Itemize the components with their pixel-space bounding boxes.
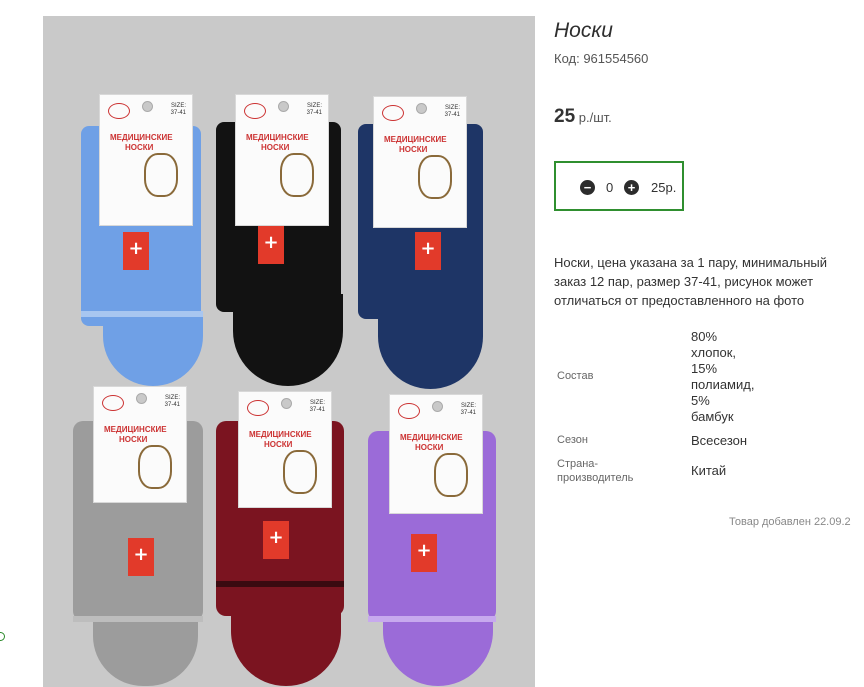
quantity-subtotal: 25р. (651, 180, 677, 195)
added-date: Товар добавлен 22.09.2 (729, 516, 851, 528)
product-price: 25 р./шт. (554, 106, 612, 128)
brand-logo (398, 403, 420, 419)
medical-label (411, 534, 437, 572)
brand-logo (108, 103, 130, 119)
brand-logo (382, 105, 404, 121)
product-code: Код: 961554560 (554, 51, 649, 66)
season-value: Всесезон (691, 433, 748, 448)
medical-label (263, 521, 289, 559)
medical-label (258, 226, 284, 264)
product-tag: SIZE: 37-41 МЕДИЦИНСКИЕ НОСКИ (93, 386, 187, 503)
price-value: 25 (554, 106, 576, 127)
brand-logo (247, 400, 269, 416)
plus-circle-icon[interactable]: + (624, 180, 639, 195)
quantity-value[interactable]: 0 (606, 180, 613, 195)
composition-label: Состав (557, 370, 594, 382)
brand-logo (244, 103, 266, 119)
brand-logo (102, 395, 124, 411)
country-label: Страна- производитель (557, 458, 634, 484)
product-tag: SIZE: 37-41 МЕДИЦИНСКИЕ НОСКИ (235, 94, 329, 226)
price-unit: р./шт. (578, 110, 612, 125)
product-tag: SIZE: 37-41 МЕДИЦИНСКИЕ НОСКИ (373, 96, 467, 228)
edge-circle-icon (0, 632, 5, 641)
product-tag: SIZE: 37-41 МЕДИЦИНСКИЕ НОСКИ (238, 391, 332, 508)
medical-label (128, 538, 154, 576)
medical-label (415, 232, 441, 270)
product-title: Носки (554, 19, 613, 42)
product-description: Носки, цена указана за 1 пару, минимальн… (554, 255, 827, 308)
product-photo[interactable]: SIZE:37-41 МЕДИЦИНСКИЕНОСКИ SIZE:37-41 М… (43, 16, 535, 687)
product-tag: SIZE: 37-41 МЕДИЦИНСКИЕ НОСКИ (99, 94, 193, 226)
country-value: Китай (691, 463, 727, 478)
season-label: Сезон (557, 434, 588, 446)
quantity-stepper: − 0 + 25р. (554, 161, 684, 211)
product-tag: SIZE: 37-41 МЕДИЦИНСКИЕ НОСКИ (389, 394, 483, 514)
medical-label (123, 232, 149, 270)
minus-circle-icon[interactable]: − (580, 180, 595, 195)
composition-value: 80% хлопок, 15% полиамид, 5% бамбук (691, 329, 755, 424)
